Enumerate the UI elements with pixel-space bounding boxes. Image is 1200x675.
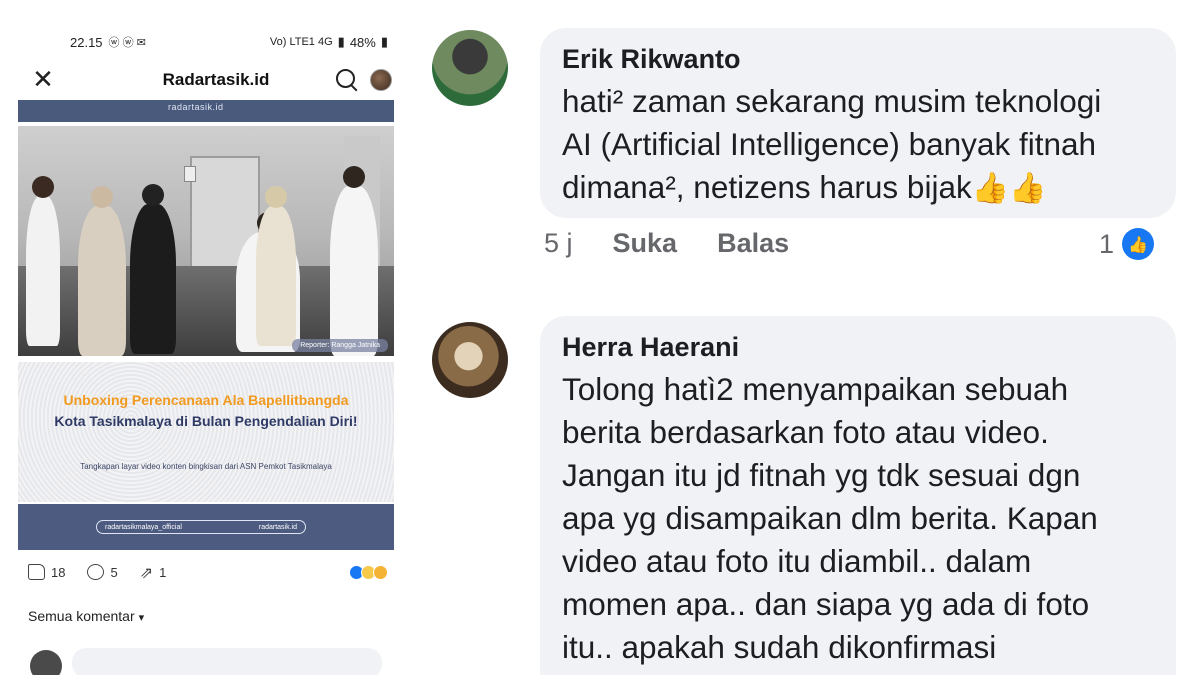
comment-bubble: Herra Haerani Tolong hatì2 menyampaikan … bbox=[540, 316, 1176, 675]
comment-action[interactable]: 5 bbox=[87, 564, 118, 580]
avatar[interactable] bbox=[432, 322, 508, 398]
share-count: 1 bbox=[159, 564, 167, 580]
signal-icon: ▮ bbox=[337, 34, 345, 49]
phone-screenshot: 22.15 ⓦ ⓦ ✉ Vo) LTE1 4G ▮ 48% ▮ ✕ Radart… bbox=[0, 0, 410, 675]
comment-text: hati² zaman sekarang musim teknologi AI … bbox=[562, 80, 1154, 210]
caption-highlight: Unboxing Perencanaan Ala Bapellitbangda bbox=[63, 392, 349, 408]
comment-icon bbox=[87, 564, 105, 580]
like-count-value: 1 bbox=[1098, 228, 1114, 259]
post-actions-bar: 18 5 ⇗ 1 bbox=[28, 560, 388, 584]
partial-comment bbox=[30, 648, 382, 675]
caption-title: Unboxing Perencanaan Ala Bapellitbangda … bbox=[38, 390, 374, 432]
media-top-label: radartasik.id bbox=[168, 102, 224, 112]
app-bar: ✕ Radartasik.id bbox=[18, 60, 392, 100]
caption-panel: Unboxing Perencanaan Ala Bapellitbangda … bbox=[18, 362, 394, 502]
thumbs-up-emoji-icon: 👍 bbox=[1009, 171, 1047, 206]
person-figure bbox=[26, 176, 60, 346]
thumbs-up-icon: 👍 bbox=[1122, 228, 1154, 260]
caption-subtitle: Tangkapan layar video konten bingkisan d… bbox=[80, 462, 332, 471]
reply-button[interactable]: Balas bbox=[717, 228, 789, 259]
network-indicator: Vo) LTE1 4G bbox=[269, 36, 333, 48]
thumbs-up-emoji-icon: 👍 bbox=[971, 171, 1010, 206]
comment-text: Tolong hatì2 menyampaikan sebuah berita … bbox=[562, 371, 1098, 665]
person-figure bbox=[78, 186, 126, 356]
thumbs-up-icon bbox=[28, 564, 45, 580]
status-time: 22.15 bbox=[70, 34, 103, 50]
caption-rest: Kota Tasikmalaya di Bulan Pengendalian D… bbox=[54, 413, 358, 429]
person-figure bbox=[256, 186, 296, 346]
site-handle: radartasik.id bbox=[258, 523, 297, 531]
share-action[interactable]: ⇗ 1 bbox=[140, 563, 167, 582]
share-icon: ⇗ bbox=[139, 562, 154, 582]
avatar bbox=[30, 650, 62, 675]
close-icon[interactable]: ✕ bbox=[18, 65, 68, 95]
comment-bubble bbox=[72, 648, 382, 675]
profile-avatar[interactable] bbox=[370, 69, 392, 91]
comment-item: Erik Rikwanto hati² zaman sekarang musim… bbox=[432, 28, 1192, 288]
instagram-handle: radartasikmalaya_official bbox=[105, 523, 182, 531]
media-footer-banner: radartasikmalaya_official radartasik.id bbox=[18, 504, 394, 550]
like-count: 18 bbox=[51, 564, 66, 580]
notification-icons: ⓦ ⓦ ✉ bbox=[108, 37, 146, 49]
reporter-credit: Reporter: Rangga Jatnika bbox=[292, 339, 388, 352]
chevron-down-icon: ▾ bbox=[138, 611, 145, 624]
comment-count: 5 bbox=[110, 564, 118, 580]
commenter-name[interactable]: Erik Rikwanto bbox=[562, 42, 1154, 76]
like-comment-button[interactable]: Suka bbox=[613, 228, 678, 259]
person-figure bbox=[130, 184, 176, 354]
commenter-name[interactable]: Herra Haerani bbox=[562, 330, 1154, 364]
video-frame: Reporter: Rangga Jatnika bbox=[18, 126, 394, 356]
search-icon[interactable] bbox=[334, 67, 360, 93]
page-title: Radartasik.id bbox=[162, 70, 270, 89]
avatar[interactable] bbox=[432, 30, 508, 106]
status-bar: 22.15 ⓦ ⓦ ✉ Vo) LTE1 4G ▮ 48% ▮ bbox=[70, 30, 388, 54]
person-figure bbox=[330, 166, 378, 356]
comment-sort-dropdown[interactable]: Semua komentar ▾ bbox=[28, 608, 144, 624]
reaction-summary[interactable] bbox=[349, 564, 388, 580]
comment-bubble: Erik Rikwanto hati² zaman sekarang musim… bbox=[540, 28, 1176, 218]
comment-meta: 5 j Suka Balas bbox=[544, 228, 789, 259]
battery-level: 48% bbox=[349, 34, 376, 50]
battery-icon: ▮ bbox=[380, 34, 388, 49]
comments-panel: Erik Rikwanto hati² zaman sekarang musim… bbox=[414, 0, 1200, 675]
comment-item: Herra Haerani Tolong hatì2 menyampaikan … bbox=[432, 316, 1192, 675]
post-image[interactable]: radartasik.id Reporter: Rangga Jatnika U… bbox=[18, 100, 394, 550]
comment-like-count[interactable]: 1 👍 bbox=[1099, 228, 1154, 260]
sort-label: Semua komentar bbox=[28, 608, 135, 624]
comment-timestamp: 5 j bbox=[544, 228, 573, 258]
like-action[interactable]: 18 bbox=[28, 564, 65, 580]
media-top-banner: radartasik.id bbox=[18, 100, 394, 122]
wow-reaction-icon bbox=[373, 564, 388, 580]
wall-sign-graphic bbox=[184, 166, 196, 182]
social-handles: radartasikmalaya_official radartasik.id bbox=[96, 520, 306, 534]
